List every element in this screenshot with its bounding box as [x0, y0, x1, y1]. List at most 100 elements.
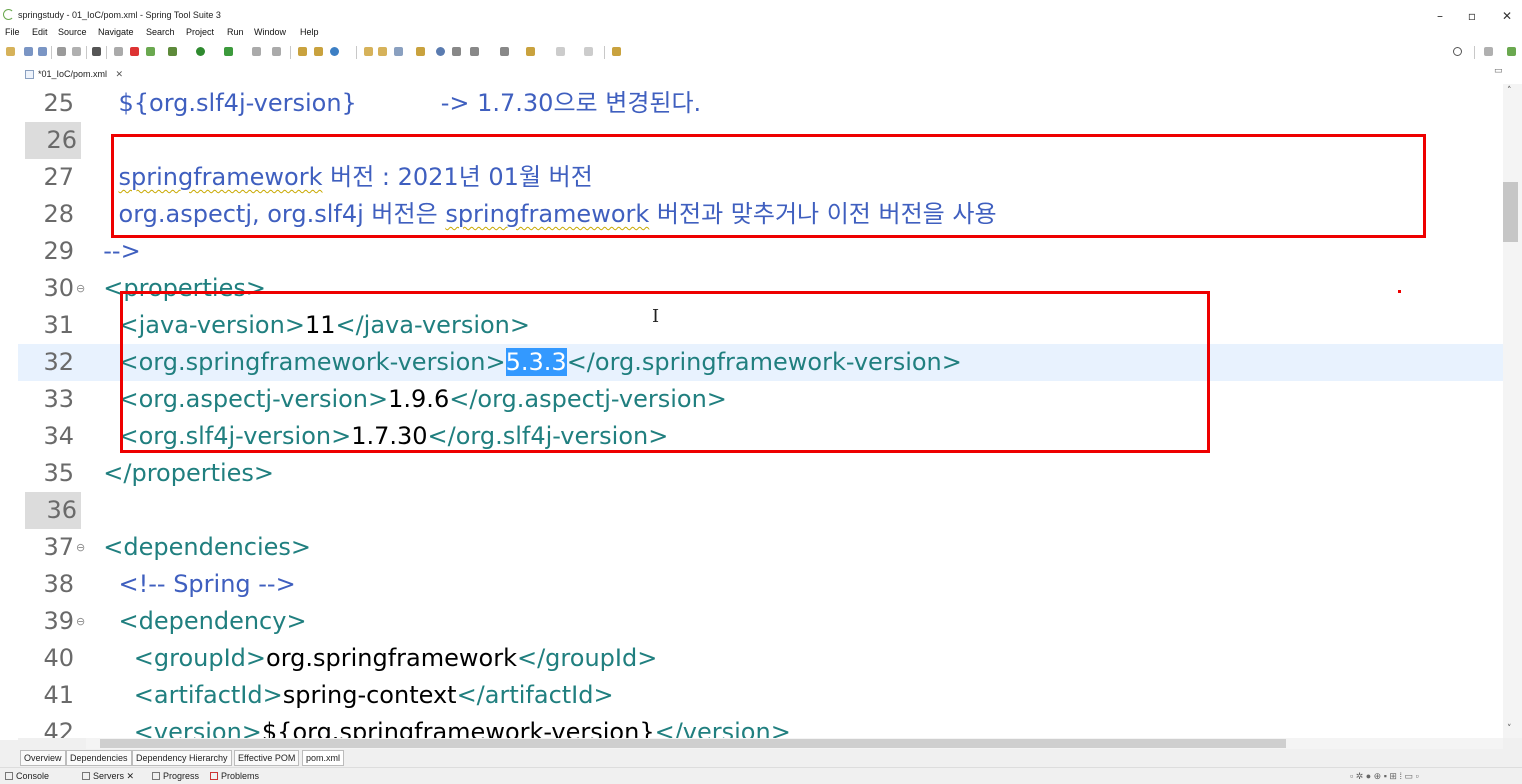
code-text: -->	[88, 233, 140, 270]
tab-overview[interactable]: Overview	[20, 750, 66, 766]
tab-dependencies[interactable]: Dependencies	[66, 750, 132, 766]
code-line[interactable]: 35 </properties>	[18, 455, 1503, 492]
open-folder-icon[interactable]	[364, 47, 373, 56]
menu-search[interactable]: Search	[146, 27, 175, 37]
save-icon[interactable]	[24, 47, 33, 56]
close-window-button[interactable]: ✕	[1493, 7, 1521, 25]
terminal-icon[interactable]	[92, 47, 101, 56]
fold-toggle-icon[interactable]: ⊖	[76, 270, 85, 307]
prev-annotation-icon[interactable]	[500, 47, 509, 56]
stop-server-icon[interactable]	[130, 47, 139, 56]
horizontal-scrollbar[interactable]	[86, 738, 1503, 749]
code-token: </groupId>	[516, 644, 658, 672]
last-edit-icon[interactable]	[526, 47, 535, 56]
next-annotation-icon[interactable]	[470, 47, 479, 56]
forward-icon[interactable]	[584, 47, 593, 56]
editor-tab-pom[interactable]: *01_IoC/pom.xml ✕	[22, 66, 128, 83]
menu-run[interactable]: Run	[227, 27, 244, 37]
menu-project[interactable]: Project	[186, 27, 214, 37]
run-external-tool-icon[interactable]	[224, 47, 233, 56]
coverage-icon[interactable]	[252, 47, 261, 56]
view-servers-label: Servers	[93, 771, 125, 781]
skip-breakpoints-icon[interactable]	[114, 47, 123, 56]
menu-edit[interactable]: Edit	[32, 27, 48, 37]
view-problems-label: Problems	[221, 771, 260, 781]
open-type-icon[interactable]	[72, 47, 81, 56]
vertical-scrollbar[interactable]: ˄ ˅	[1503, 84, 1522, 738]
code-line[interactable]: 37 ⊖ <dependencies>	[18, 529, 1503, 566]
menu-window[interactable]: Window	[254, 27, 286, 37]
pencil-icon[interactable]	[394, 47, 403, 56]
menu-file[interactable]: File	[5, 27, 20, 37]
line-number: 41	[43, 681, 74, 709]
back-icon[interactable]	[556, 47, 565, 56]
new-project-icon[interactable]	[298, 47, 307, 56]
vertical-scroll-thumb[interactable]	[1503, 182, 1518, 242]
code-line[interactable]: 29 -->	[18, 233, 1503, 270]
view-console[interactable]: Console	[5, 771, 49, 781]
view-progress-label: Progress	[163, 771, 200, 781]
search-web-icon[interactable]	[436, 47, 445, 56]
view-problems[interactable]: Problems	[210, 771, 259, 781]
minimize-button[interactable]: –	[1426, 7, 1454, 25]
tab-pom-xml[interactable]: pom.xml	[302, 750, 345, 766]
code-line[interactable]: 25 ${org.slf4j-version} -> 1.7.30으로 변경된다…	[18, 85, 1503, 122]
refresh-server-icon[interactable]	[146, 47, 155, 56]
line-number: 40	[43, 644, 74, 672]
code-token: <dependency>	[88, 607, 307, 635]
open-perspective-icon[interactable]	[1484, 47, 1493, 56]
code-line[interactable]: 41 <artifactId>spring-context</artifactI…	[18, 677, 1503, 714]
menu-help[interactable]: Help	[300, 27, 319, 37]
new-class-icon[interactable]	[330, 47, 339, 56]
scroll-up-icon[interactable]: ˄	[1507, 86, 1512, 96]
scroll-down-icon[interactable]: ˅	[1507, 724, 1512, 734]
tab-effective-pom[interactable]: Effective POM	[234, 750, 300, 766]
xml-editor[interactable]: 25 ${org.slf4j-version} -> 1.7.30으로 변경된다…	[18, 84, 1503, 738]
menu-navigate[interactable]: Navigate	[98, 27, 134, 37]
save-all-icon[interactable]	[38, 47, 47, 56]
fold-toggle-icon[interactable]: ⊖	[76, 603, 85, 640]
toolbar-separator	[86, 46, 87, 59]
view-console-label: Console	[16, 771, 50, 781]
line-number: 29	[43, 237, 74, 265]
pin-editor-icon[interactable]	[612, 47, 621, 56]
new-package-icon[interactable]	[314, 47, 323, 56]
code-token: ${org.springframework-version}	[261, 718, 655, 738]
annotation-icon[interactable]	[452, 47, 461, 56]
code-line[interactable]: 40 <groupId>org.springframework</groupId…	[18, 640, 1503, 677]
annotation-box-properties	[120, 291, 1210, 453]
line-number: 27	[43, 163, 74, 191]
view-servers[interactable]: Servers ✕	[82, 771, 134, 782]
bookmark-icon[interactable]	[416, 47, 425, 56]
code-line[interactable]: 36	[18, 492, 1503, 529]
run-icon[interactable]	[196, 47, 205, 56]
problems-icon	[210, 772, 218, 780]
profile-icon[interactable]	[272, 47, 281, 56]
view-progress[interactable]: Progress	[152, 771, 199, 781]
line-number: 36	[25, 492, 81, 529]
code-line[interactable]: 38 <!-- Spring -->	[18, 566, 1503, 603]
fold-toggle-icon[interactable]: ⊖	[76, 529, 85, 566]
spring-perspective-icon[interactable]	[1507, 47, 1516, 56]
horizontal-scroll-thumb[interactable]	[100, 739, 1286, 748]
code-line[interactable]: 39 ⊖ <dependency>	[18, 603, 1503, 640]
code-token: <groupId>	[88, 644, 267, 672]
search-icon[interactable]	[1453, 47, 1462, 56]
code-token: </properties>	[88, 459, 275, 487]
menu-source[interactable]: Source	[58, 27, 87, 37]
open-file-icon[interactable]	[378, 47, 387, 56]
close-servers-icon[interactable]: ✕	[127, 771, 135, 781]
maximize-button[interactable]: ▫	[1458, 7, 1486, 25]
code-line[interactable]: 42 <version>${org.springframework-versio…	[18, 714, 1503, 738]
tab-dependency-hierarchy[interactable]: Dependency Hierarchy	[132, 750, 232, 766]
code-text: <artifactId>spring-context</artifactId>	[88, 677, 614, 714]
view-toolbar-icons[interactable]: ▫ ✲ ● ⊕ ▪ ⊞ ⁞ ▭ ▫	[1350, 771, 1419, 782]
minimize-editor-icon[interactable]: ▭	[1494, 66, 1503, 76]
line-number: 33	[43, 385, 74, 413]
close-tab-icon[interactable]: ✕	[116, 69, 124, 79]
print-icon[interactable]	[57, 47, 66, 56]
code-token: </version>	[654, 718, 791, 738]
debug-icon[interactable]	[168, 47, 177, 56]
code-text: <groupId>org.springframework</groupId>	[88, 640, 658, 677]
new-icon[interactable]	[6, 47, 15, 56]
